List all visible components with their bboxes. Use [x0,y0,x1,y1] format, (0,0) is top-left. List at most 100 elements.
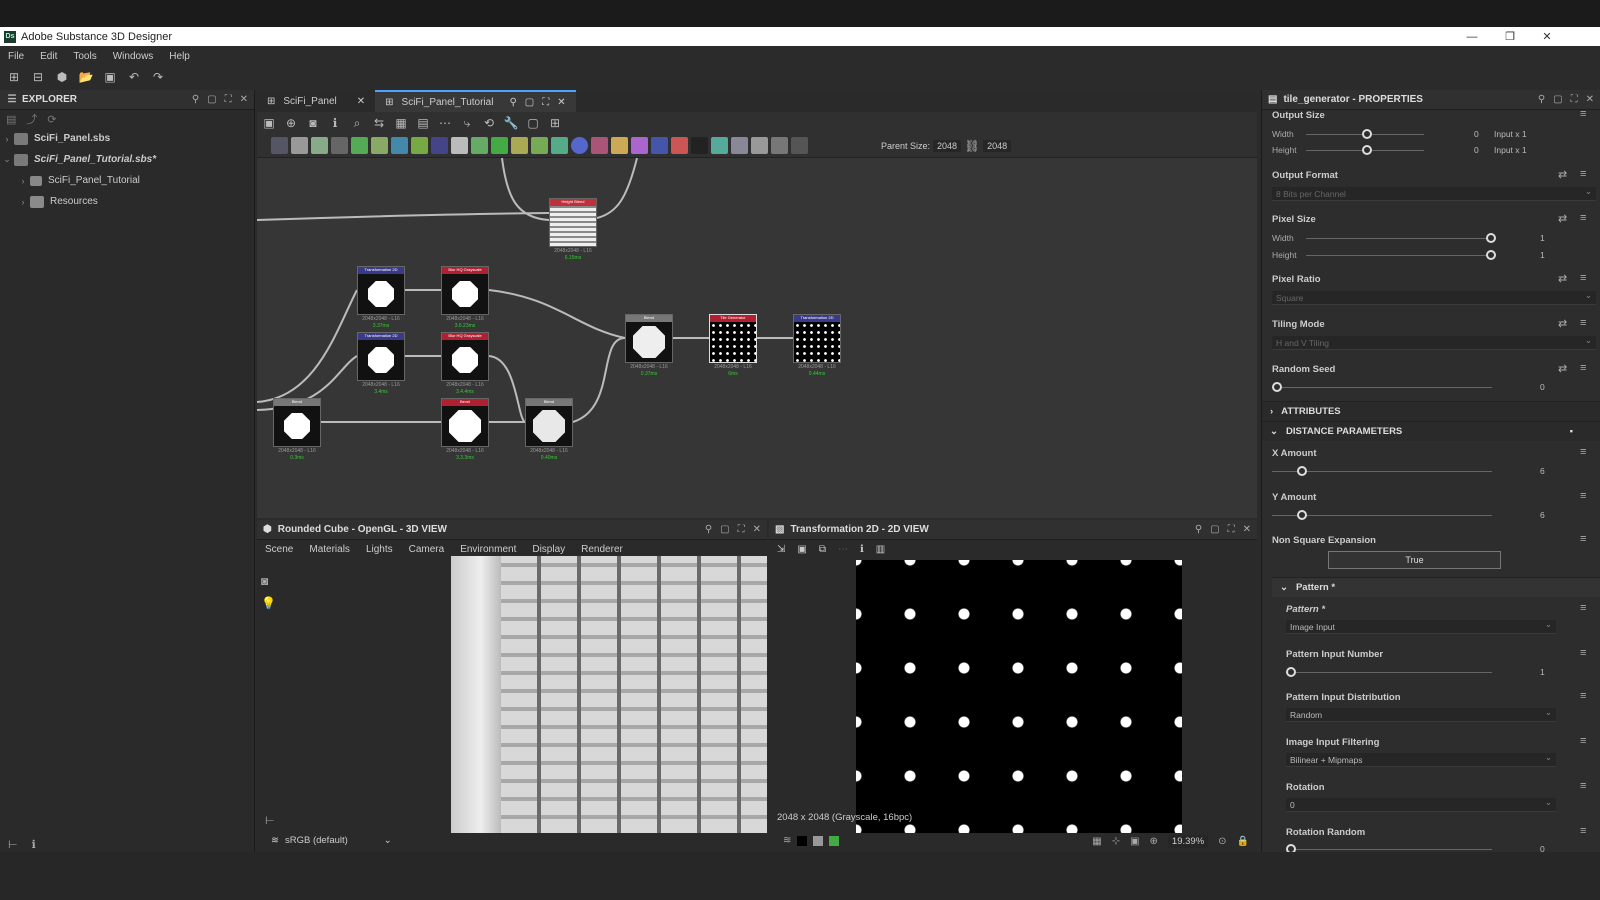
inherit-icon[interactable]: ⇄ [1558,317,1567,330]
restore-icon[interactable]: ❐ [1495,27,1525,46]
export-icon[interactable]: ⇲ [777,544,785,555]
histogram-icon[interactable]: ▥ [876,544,885,555]
random-seed-knob[interactable] [1272,382,1282,392]
output-height-knob[interactable] [1362,145,1372,155]
viewport-3d[interactable] [451,556,767,833]
search-icon[interactable]: ⌕ [349,115,365,131]
new-package-icon[interactable]: ⬢ [54,69,70,85]
close-tab-icon[interactable]: ✕ [557,97,565,108]
output-height-mode[interactable]: Input x 1 [1494,145,1527,155]
param-menu-icon[interactable]: ≡ [1580,647,1586,659]
y-amount-knob[interactable] [1297,510,1308,520]
inherit-icon[interactable]: ⇄ [1558,212,1567,225]
redo-icon[interactable]: ↷ [150,69,166,85]
info-icon[interactable]: ℹ [860,544,864,555]
new-graph-icon[interactable]: ⊞ [6,69,22,85]
grid-icon[interactable]: ▦ [1092,836,1101,847]
camera-icon[interactable]: ◙ [305,115,321,131]
close-icon[interactable]: ✕ [1586,94,1594,105]
pin-icon[interactable]: ⚲ [705,524,712,535]
preset-icon[interactable]: ▪ [1570,426,1573,437]
wrench-icon[interactable]: 🔧 [503,115,519,131]
atomic-node-icon[interactable] [751,137,768,154]
atomic-node-icon[interactable] [771,137,788,154]
param-menu-icon[interactable]: ≡ [1580,168,1586,180]
layout-icon[interactable]: ▦ [393,115,409,131]
zoom-value[interactable]: 19.39% [1167,835,1209,848]
atomic-node-icon[interactable] [551,137,568,154]
tree-item-scifi-panel-tutorial[interactable]: ⌄ SciFi_Panel_Tutorial.sbs* [0,149,254,170]
minimize-icon[interactable]: — [1457,27,1487,46]
atomic-node-icon[interactable] [631,137,648,154]
node-transformation-2d[interactable]: Transformation 2D [357,332,405,381]
attributes-section[interactable]: › ATTRIBUTES [1262,401,1600,421]
inherit-icon[interactable]: ⇄ [1558,168,1567,181]
atomic-node-icon[interactable] [471,137,488,154]
atomic-node-icon[interactable] [671,137,688,154]
menu-display[interactable]: Display [532,544,565,555]
output-width-knob[interactable] [1362,129,1372,139]
x-amount-knob[interactable] [1297,466,1308,476]
menu-renderer[interactable]: Renderer [581,544,623,555]
non-square-expansion-toggle[interactable]: True [1328,551,1501,569]
layers-icon[interactable]: ≋ [783,835,791,846]
camera-icon[interactable]: ◙ [261,574,276,588]
param-menu-icon[interactable]: ≡ [1580,690,1586,702]
float-icon[interactable]: ▢ [207,94,216,105]
inherit-icon[interactable]: ⇄ [1558,272,1567,285]
atomic-node-icon[interactable] [371,137,388,154]
tab-scifi-panel-tutorial[interactable]: ⊞ SciFi_Panel_Tutorial ⚲ ▢ ⛶ ✕ [375,90,576,112]
menu-windows[interactable]: Windows [113,51,154,62]
node-height-blend[interactable]: Height Blend [549,198,597,247]
channel-icon[interactable]: ⋯ [838,544,848,555]
atomic-node-icon[interactable] [431,137,448,154]
atomic-node-icon[interactable] [731,137,748,154]
param-menu-icon[interactable]: ≡ [1580,362,1586,374]
menu-materials[interactable]: Materials [309,544,350,555]
explorer-refresh-icon[interactable]: ⟳ [47,113,56,126]
tab-scifi-panel[interactable]: ⊞ SciFi_Panel ✕ [257,90,375,112]
frame-icon[interactable]: ▣ [261,115,277,131]
explorer-link-icon[interactable]: ⤴ [26,111,37,127]
node-bevel[interactable]: Bevel [441,398,489,447]
atomic-node-icon[interactable] [711,137,728,154]
close-icon[interactable]: ✕ [1243,524,1251,535]
tree-item-graph[interactable]: › SciFi_Panel_Tutorial [0,170,254,191]
pin-icon[interactable]: ⚲ [1195,524,1202,535]
hierarchy-icon[interactable]: ⊢ [8,838,18,851]
node-blur-hq[interactable]: Blur HQ Grayscale [441,266,489,315]
menu-help[interactable]: Help [169,51,190,62]
lock-icon[interactable]: 🔒 [1237,836,1249,847]
param-menu-icon[interactable]: ≡ [1580,780,1586,792]
atomic-node-icon[interactable] [571,137,588,154]
atomic-node-icon[interactable] [271,137,288,154]
pin-icon[interactable]: ⚲ [192,94,199,105]
rotation-random-slider[interactable] [1286,849,1492,850]
param-menu-icon[interactable]: ≡ [1580,735,1586,747]
node-blend[interactable]: Blend [625,314,673,363]
reset-icon[interactable]: ⊙ [1218,836,1226,847]
save-icon[interactable]: ▣ [102,69,118,85]
distance-parameters-section[interactable]: ⌄ DISTANCE PARAMETERS ▪ [1262,421,1600,441]
explorer-new-icon[interactable]: ▤ [6,113,16,126]
float-icon[interactable]: ▢ [1553,94,1562,105]
node-tile-generator[interactable]: Tile Generator [709,314,757,363]
menu-edit[interactable]: Edit [40,51,57,62]
close-tab-icon[interactable]: ✕ [357,96,365,107]
route-icon[interactable]: ⤷ [459,115,475,131]
colorspace-select[interactable]: ≋ sRGB (default) ⌄ [271,835,392,846]
connect-icon[interactable]: ⋯ [437,115,453,131]
pattern-input-number-slider[interactable] [1286,672,1492,673]
param-menu-icon[interactable]: ≡ [1580,317,1586,329]
menu-environment[interactable]: Environment [460,544,516,555]
close-icon[interactable]: ✕ [753,524,761,535]
save-image-icon[interactable]: ▣ [797,544,806,555]
inherit-icon[interactable]: ⇄ [1558,362,1567,375]
link-icon[interactable]: ⇆ [371,115,387,131]
atomic-node-icon[interactable] [311,137,328,154]
atomic-node-icon[interactable] [351,137,368,154]
viewport-2d[interactable] [856,560,1182,833]
param-menu-icon[interactable]: ≡ [1580,272,1586,284]
fit-icon[interactable]: ▣ [1130,836,1139,847]
maximize-icon[interactable]: ⛶ [225,94,232,105]
